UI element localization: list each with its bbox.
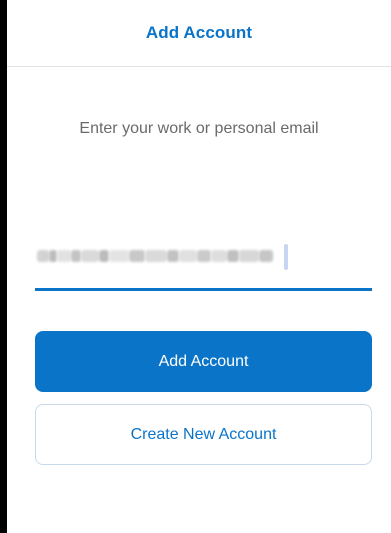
add-account-screen: Add Account Enter your work or personal … [7, 0, 391, 533]
navigation-bar: Add Account [7, 0, 391, 67]
email-field[interactable] [35, 240, 372, 291]
add-account-button[interactable]: Add Account [35, 331, 372, 392]
page-title: Add Account [145, 23, 253, 42]
email-prompt: Enter your work or personal email [79, 120, 319, 137]
create-new-account-button[interactable]: Create New Account [35, 404, 372, 465]
redacted-email-value [37, 244, 273, 268]
text-caret [284, 244, 288, 270]
